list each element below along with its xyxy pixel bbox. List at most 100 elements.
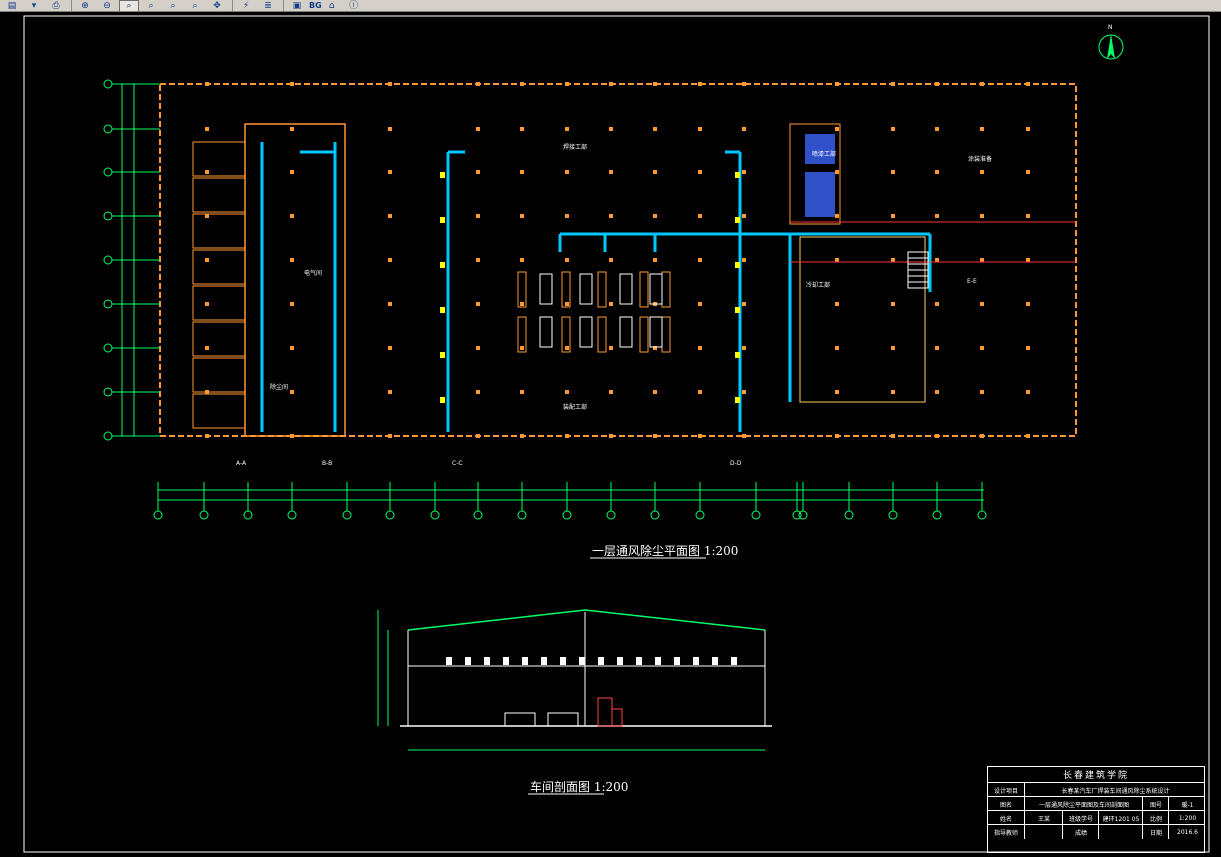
school-name: 长春建筑学院 xyxy=(1062,771,1129,781)
home-icon[interactable]: ⌂ xyxy=(322,0,342,11)
column-marker xyxy=(476,127,480,131)
date-value: 2016.6 xyxy=(1168,825,1206,839)
bg-button[interactable]: BG xyxy=(309,1,322,10)
work-station xyxy=(579,273,593,305)
column-marker xyxy=(835,214,839,218)
column-marker xyxy=(935,170,939,174)
work-station xyxy=(649,316,663,348)
section-hood-icon xyxy=(598,657,604,665)
column-marker xyxy=(935,346,939,350)
column-marker xyxy=(609,302,613,306)
column-marker xyxy=(980,214,984,218)
grid-bubble-icon xyxy=(287,510,297,520)
office-cell xyxy=(192,357,246,393)
section-mark-e: E-E xyxy=(967,278,977,285)
column-marker xyxy=(891,258,895,262)
pan-icon[interactable]: ✥ xyxy=(207,0,227,11)
column-marker xyxy=(742,127,746,131)
measure-icon[interactable]: ⚡ xyxy=(236,0,256,11)
grade-label: 成绩 xyxy=(1062,825,1099,839)
class-value: 建环1201 05 xyxy=(1098,811,1143,825)
title-block: 长春建筑学院 设计项目 长春某汽车厂焊装车间通风除尘系统设计 图名 一层通风除尘… xyxy=(987,766,1205,853)
column-marker xyxy=(476,258,480,262)
side-room-wall xyxy=(244,123,346,437)
layer-icon[interactable]: ≣ xyxy=(258,0,278,11)
column-marker xyxy=(653,82,657,86)
column-marker xyxy=(388,390,392,394)
column-marker xyxy=(1026,390,1030,394)
name-value: 王某 xyxy=(1024,811,1063,825)
column-marker xyxy=(742,214,746,218)
column-marker xyxy=(290,258,294,262)
zoom-previous-icon[interactable]: ⌕ xyxy=(163,0,183,11)
room-label-prep: 涂装准备 xyxy=(968,156,993,163)
section-hood-icon xyxy=(674,657,680,665)
zoom-in-icon[interactable]: ⊕ xyxy=(75,0,95,11)
advisor-value xyxy=(1024,825,1063,839)
column-marker xyxy=(980,390,984,394)
title-block-row-name: 姓名 王某 班级学号 建环1201 05 比例 1:200 xyxy=(988,810,1204,825)
column-marker xyxy=(835,170,839,174)
column-marker xyxy=(205,127,209,131)
column-marker xyxy=(609,214,613,218)
drawing-canvas[interactable]: N 电气间 焊接工部 装配工部 涂装准备 冷却工部 喷漆工部 除尘间 A-A B… xyxy=(0,12,1221,857)
column-marker xyxy=(565,434,569,438)
zoom-window-icon[interactable]: ⌕ xyxy=(119,0,139,11)
hood-icon xyxy=(735,397,740,403)
grid-bubble-icon xyxy=(153,510,163,520)
column-marker xyxy=(290,346,294,350)
hood-icon xyxy=(440,262,445,268)
project-value: 长春某汽车厂焊装车间通风除尘系统设计 xyxy=(1024,783,1206,797)
hood-icon xyxy=(735,217,740,223)
info-icon[interactable]: ⓘ xyxy=(344,0,364,11)
column-marker xyxy=(609,390,613,394)
column-marker xyxy=(980,346,984,350)
dropdown-icon[interactable]: ▾ xyxy=(24,0,44,11)
section-mark-d: D-D xyxy=(730,460,742,467)
work-station xyxy=(579,316,593,348)
column-marker xyxy=(388,82,392,86)
column-marker xyxy=(520,214,524,218)
class-label: 班级学号 xyxy=(1062,811,1099,825)
column-marker xyxy=(609,170,613,174)
column-marker xyxy=(698,214,702,218)
column-marker xyxy=(1026,214,1030,218)
hood-icon xyxy=(440,352,445,358)
grid-bubble-icon xyxy=(103,343,113,353)
zoom-extents-icon[interactable]: ⌕ xyxy=(185,0,205,11)
column-marker xyxy=(290,390,294,394)
fixture xyxy=(597,316,607,353)
column-marker xyxy=(835,302,839,306)
column-marker xyxy=(980,170,984,174)
north-label: N xyxy=(1108,24,1113,31)
hood-icon xyxy=(440,307,445,313)
menu-icon[interactable]: ▤ xyxy=(2,0,22,11)
window-icon[interactable]: ▣ xyxy=(287,0,307,11)
hood-icon xyxy=(440,397,445,403)
column-marker xyxy=(565,127,569,131)
column-marker xyxy=(1026,82,1030,86)
column-marker xyxy=(891,302,895,306)
column-marker xyxy=(935,127,939,131)
column-marker xyxy=(520,390,524,394)
structural-columns xyxy=(205,82,1030,438)
section-hood-icon xyxy=(655,657,661,665)
column-marker xyxy=(1026,170,1030,174)
column-marker xyxy=(653,434,657,438)
column-marker xyxy=(891,434,895,438)
zoom-realtime-icon[interactable]: ⌕ xyxy=(141,0,161,11)
section-hood-icon xyxy=(465,657,471,665)
office-cell xyxy=(192,177,246,213)
column-marker xyxy=(742,302,746,306)
office-cell xyxy=(192,141,246,177)
section-hood-icon xyxy=(636,657,642,665)
column-marker xyxy=(476,390,480,394)
column-marker xyxy=(835,82,839,86)
print-icon[interactable]: ⎙ xyxy=(46,0,66,11)
zoom-out-icon[interactable]: ⊖ xyxy=(97,0,117,11)
column-marker xyxy=(609,346,613,350)
column-marker xyxy=(742,390,746,394)
column-marker xyxy=(698,390,702,394)
column-marker xyxy=(653,127,657,131)
column-marker xyxy=(290,302,294,306)
